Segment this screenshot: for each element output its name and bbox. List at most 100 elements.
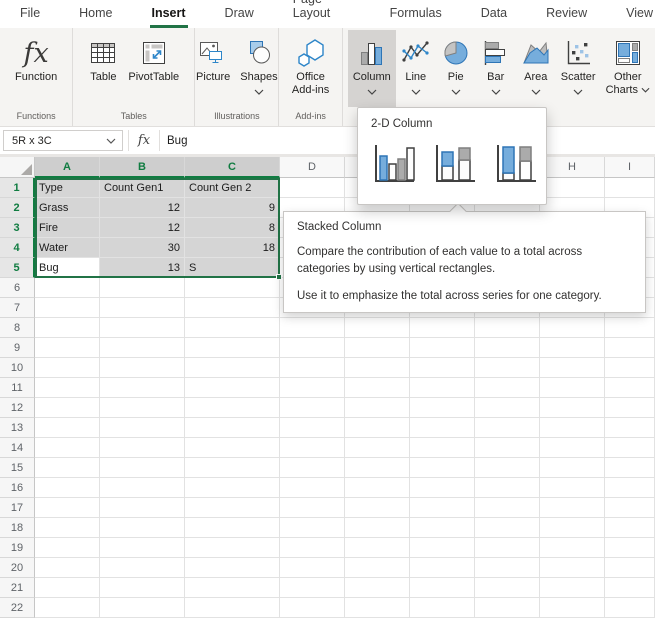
cell-B1[interactable]: Count Gen1 <box>100 178 185 198</box>
cell-F16[interactable] <box>410 478 475 498</box>
select-all-corner[interactable] <box>0 157 35 178</box>
cell-H18[interactable] <box>540 518 605 538</box>
cell-F11[interactable] <box>410 378 475 398</box>
cell-I15[interactable] <box>605 458 655 478</box>
cell-B6[interactable] <box>100 278 185 298</box>
cell-E13[interactable] <box>345 418 410 438</box>
cell-D8[interactable] <box>280 318 345 338</box>
cell-H15[interactable] <box>540 458 605 478</box>
scatter-chart-button[interactable]: Scatter <box>556 30 601 107</box>
shapes-button[interactable]: Shapes <box>235 30 282 107</box>
cell-E8[interactable] <box>345 318 410 338</box>
cell-A17[interactable] <box>35 498 100 518</box>
area-chart-button[interactable]: Area <box>516 30 556 107</box>
cell-A8[interactable] <box>35 318 100 338</box>
cell-C9[interactable] <box>185 338 280 358</box>
cell-C3[interactable]: 8 <box>185 218 280 238</box>
cell-A15[interactable] <box>35 458 100 478</box>
cell-C10[interactable] <box>185 358 280 378</box>
cell-G8[interactable] <box>475 318 540 338</box>
cell-B3[interactable]: 12 <box>100 218 185 238</box>
cell-B9[interactable] <box>100 338 185 358</box>
row-header-17[interactable]: 17 <box>0 498 35 518</box>
cell-A13[interactable] <box>35 418 100 438</box>
cell-H1[interactable] <box>540 178 605 198</box>
cell-B11[interactable] <box>100 378 185 398</box>
cell-I13[interactable] <box>605 418 655 438</box>
cell-C4[interactable]: 18 <box>185 238 280 258</box>
cell-F8[interactable] <box>410 318 475 338</box>
other-charts-button[interactable]: Other Charts <box>601 30 655 107</box>
column-header-B[interactable]: B <box>100 157 185 178</box>
row-header-21[interactable]: 21 <box>0 578 35 598</box>
row-header-9[interactable]: 9 <box>0 338 35 358</box>
cell-H19[interactable] <box>540 538 605 558</box>
pivottable-button[interactable]: PivotTable <box>123 30 184 107</box>
cell-H13[interactable] <box>540 418 605 438</box>
cell-B16[interactable] <box>100 478 185 498</box>
cell-E14[interactable] <box>345 438 410 458</box>
bar-chart-button[interactable]: Bar <box>476 30 516 107</box>
insert-function-fx-icon[interactable]: fx <box>128 130 160 151</box>
cell-A1[interactable]: Type <box>35 178 100 198</box>
cell-F21[interactable] <box>410 578 475 598</box>
cell-H9[interactable] <box>540 338 605 358</box>
cell-F10[interactable] <box>410 358 475 378</box>
cell-B14[interactable] <box>100 438 185 458</box>
cell-C5[interactable]: S <box>185 258 280 278</box>
cell-G22[interactable] <box>475 598 540 618</box>
name-box[interactable]: 5R x 3C <box>3 130 123 151</box>
cell-C16[interactable] <box>185 478 280 498</box>
row-header-8[interactable]: 8 <box>0 318 35 338</box>
cell-I11[interactable] <box>605 378 655 398</box>
column-chart-button[interactable]: Column <box>348 30 396 107</box>
cell-G18[interactable] <box>475 518 540 538</box>
cell-C13[interactable] <box>185 418 280 438</box>
cell-D21[interactable] <box>280 578 345 598</box>
cell-D20[interactable] <box>280 558 345 578</box>
cell-F14[interactable] <box>410 438 475 458</box>
cell-G11[interactable] <box>475 378 540 398</box>
cell-D13[interactable] <box>280 418 345 438</box>
cell-D19[interactable] <box>280 538 345 558</box>
cell-B2[interactable]: 12 <box>100 198 185 218</box>
row-header-5[interactable]: 5 <box>0 258 35 278</box>
cell-A2[interactable]: Grass <box>35 198 100 218</box>
cell-I21[interactable] <box>605 578 655 598</box>
cell-I19[interactable] <box>605 538 655 558</box>
cell-C20[interactable] <box>185 558 280 578</box>
chart-option-stacked-column[interactable] <box>430 138 478 190</box>
pie-chart-button[interactable]: Pie <box>436 30 476 107</box>
office-addins-button[interactable]: Office Add-ins <box>287 30 334 107</box>
cell-H8[interactable] <box>540 318 605 338</box>
cell-A11[interactable] <box>35 378 100 398</box>
cell-B4[interactable]: 30 <box>100 238 185 258</box>
cell-H14[interactable] <box>540 438 605 458</box>
cell-G17[interactable] <box>475 498 540 518</box>
cell-E9[interactable] <box>345 338 410 358</box>
cell-H22[interactable] <box>540 598 605 618</box>
cell-C21[interactable] <box>185 578 280 598</box>
cell-H21[interactable] <box>540 578 605 598</box>
cell-I17[interactable] <box>605 498 655 518</box>
cell-B19[interactable] <box>100 538 185 558</box>
row-header-7[interactable]: 7 <box>0 298 35 318</box>
row-header-4[interactable]: 4 <box>0 238 35 258</box>
cell-E15[interactable] <box>345 458 410 478</box>
cell-G13[interactable] <box>475 418 540 438</box>
cell-A14[interactable] <box>35 438 100 458</box>
cell-D18[interactable] <box>280 518 345 538</box>
cell-F17[interactable] <box>410 498 475 518</box>
row-header-3[interactable]: 3 <box>0 218 35 238</box>
cell-E19[interactable] <box>345 538 410 558</box>
cell-D9[interactable] <box>280 338 345 358</box>
cell-G16[interactable] <box>475 478 540 498</box>
tab-review[interactable]: Review <box>544 6 589 28</box>
row-header-20[interactable]: 20 <box>0 558 35 578</box>
cell-H12[interactable] <box>540 398 605 418</box>
cell-H10[interactable] <box>540 358 605 378</box>
cell-A19[interactable] <box>35 538 100 558</box>
tab-file[interactable]: File <box>18 6 42 28</box>
cell-F19[interactable] <box>410 538 475 558</box>
column-header-C[interactable]: C <box>185 157 280 178</box>
